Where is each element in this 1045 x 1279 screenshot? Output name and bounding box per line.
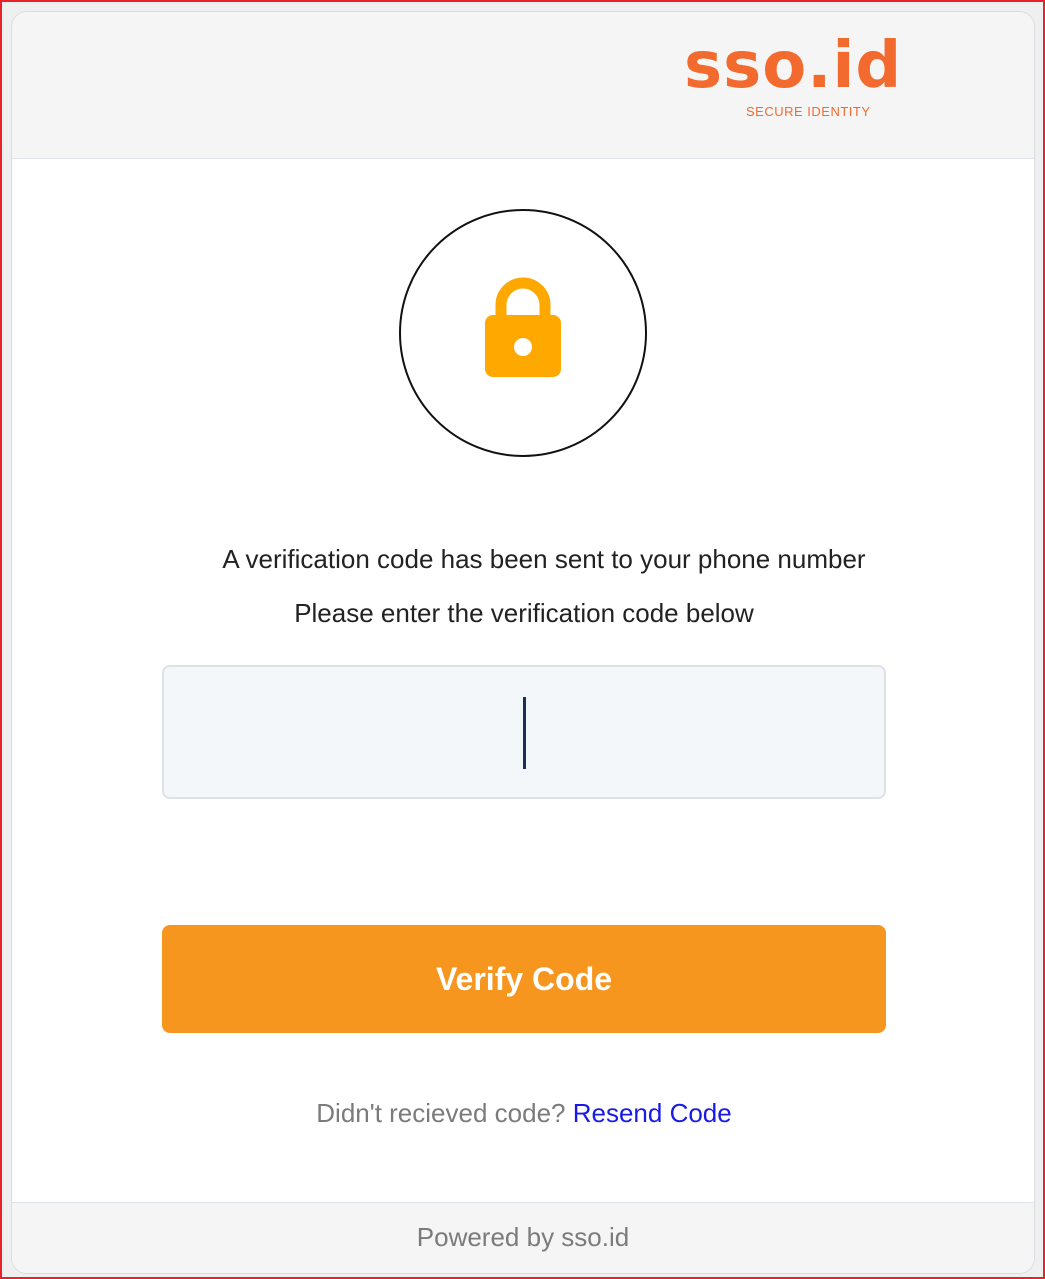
verification-instruction: Please enter the verification code below	[294, 598, 754, 628]
lock-badge	[399, 209, 647, 457]
sso-id-logo: sso.id SECURE IDENTITY	[684, 30, 940, 130]
browser-frame: sso.id SECURE IDENTITY A verification co…	[0, 0, 1045, 1279]
verify-code-button[interactable]: Verify Code	[162, 925, 886, 1033]
card-footer: Powered by sso.id	[12, 1202, 1034, 1273]
lock-icon	[485, 277, 561, 377]
resend-code-link[interactable]: Resend Code	[573, 1098, 732, 1128]
powered-by-text: Powered by sso.id	[416, 1222, 630, 1252]
resend-row: Didn't recieved code? Resend Code	[12, 1098, 1034, 1129]
card-header: sso.id SECURE IDENTITY	[12, 12, 1034, 159]
text-caret	[523, 697, 526, 769]
resend-prompt: Didn't recieved code?	[316, 1098, 566, 1128]
logo-wordmark: sso.id	[684, 29, 903, 103]
verification-message: A verification code has been sent to you…	[222, 544, 866, 574]
verification-card: sso.id SECURE IDENTITY A verification co…	[11, 11, 1035, 1274]
logo-tagline: SECURE IDENTITY	[746, 104, 871, 119]
